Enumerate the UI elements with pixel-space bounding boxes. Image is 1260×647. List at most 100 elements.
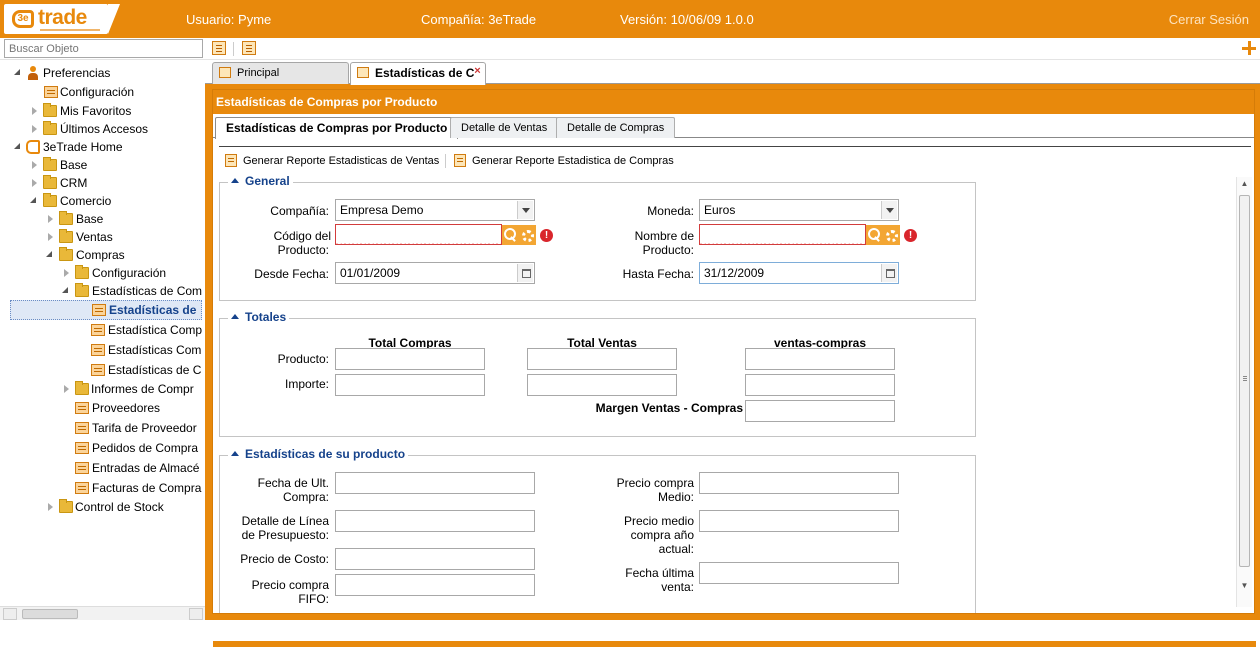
expanded-arrow-icon[interactable] <box>46 251 52 257</box>
collapsed-arrow-icon[interactable] <box>64 269 69 277</box>
collapsed-arrow-icon[interactable] <box>48 503 53 511</box>
tree-item-ventas[interactable]: Ventas <box>10 228 205 246</box>
chevron-down-icon[interactable] <box>881 201 897 219</box>
collapsed-arrow-icon[interactable] <box>32 179 37 187</box>
tree-item-compras[interactable]: Compras <box>10 246 205 264</box>
logout-link[interactable]: Cerrar Sesión <box>1169 12 1249 27</box>
collapsed-arrow-icon[interactable] <box>48 215 53 223</box>
compania-select[interactable]: Empresa Demo <box>335 199 535 221</box>
total-ventas-producto[interactable] <box>527 348 677 370</box>
tree-item-compras-configuracion[interactable]: Configuración <box>10 264 205 282</box>
expanded-arrow-icon[interactable] <box>30 197 36 203</box>
scroll-down-icon[interactable]: ▼ <box>1239 581 1250 591</box>
ventas-compras-producto[interactable] <box>745 348 895 370</box>
form-icon <box>91 344 105 356</box>
precio-anio-input[interactable] <box>699 510 899 532</box>
gear-icon[interactable] <box>882 225 900 245</box>
collapse-tree-icon[interactable] <box>212 41 226 55</box>
tree-item-entradas-de-almacen[interactable]: Entradas de Almacé <box>10 459 205 477</box>
collapsed-arrow-icon[interactable] <box>32 107 37 115</box>
collapsed-arrow-icon[interactable] <box>32 125 37 133</box>
tree-item-comercio-base[interactable]: Base <box>10 210 205 228</box>
hasta-fecha-input[interactable]: 31/12/2009 <box>699 262 899 284</box>
codigo-label-2: Producto: <box>277 243 329 257</box>
tree-item-facturas-de-compra[interactable]: Facturas de Compra <box>10 479 205 497</box>
form-icon <box>75 402 89 414</box>
add-icon[interactable] <box>1242 41 1256 55</box>
app-logo: 3e trade <box>4 4 120 34</box>
codigo-producto-input[interactable] <box>335 224 502 245</box>
tree-item-configuracion[interactable]: Configuración <box>10 83 205 101</box>
subtab-detalle-compras[interactable]: Detalle de Compras <box>556 117 676 138</box>
tree-item-base[interactable]: Base <box>10 156 205 174</box>
precio-fifo-input[interactable] <box>335 574 535 596</box>
form-vertical-scrollbar[interactable]: ▲ ▼ <box>1236 177 1252 607</box>
collapse-icon[interactable] <box>231 314 239 319</box>
tree-item-preferencias[interactable]: Preferencias <box>10 64 205 82</box>
tree-item-estadistica-comp[interactable]: Estadística Comp <box>10 321 205 339</box>
collapsed-arrow-icon[interactable] <box>48 233 53 241</box>
gear-icon[interactable] <box>518 225 536 245</box>
expanded-arrow-icon[interactable] <box>14 143 20 149</box>
tree-horizontal-scrollbar[interactable] <box>0 606 207 620</box>
collapsed-arrow-icon[interactable] <box>32 161 37 169</box>
search-object-input[interactable] <box>4 39 203 58</box>
collapse-icon[interactable] <box>231 178 239 183</box>
tree-item-estadisticas-de-compras[interactable]: Estadísticas de Com <box>10 282 205 300</box>
subtab-estadisticas-compras[interactable]: Estadísticas de Compras por Producto <box>215 117 459 139</box>
close-tab-icon[interactable]: × <box>472 66 483 77</box>
report-ventas-button[interactable]: Generar Reporte Estadisticas de Ventas <box>225 154 439 168</box>
tree-item-proveedores[interactable]: Proveedores <box>10 399 205 417</box>
calendar-icon[interactable] <box>517 264 533 282</box>
search-icon[interactable] <box>866 225 882 245</box>
scrollbar-thumb[interactable] <box>22 609 78 619</box>
collapsed-arrow-icon[interactable] <box>64 385 69 393</box>
tab-estadisticas[interactable]: Estadísticas de C × <box>350 62 486 85</box>
moneda-select[interactable]: Euros <box>699 199 899 221</box>
margen-input[interactable] <box>745 400 895 422</box>
tree-item-3etrade-home[interactable]: 3eTrade Home <box>10 138 205 156</box>
tree-item-control-de-stock[interactable]: Control de Stock <box>10 498 205 516</box>
estadisticas-legend[interactable]: Estadísticas de su producto <box>228 448 408 462</box>
search-icon[interactable] <box>502 225 518 245</box>
totales-legend[interactable]: Totales <box>228 311 289 325</box>
scroll-left-icon[interactable] <box>3 608 17 620</box>
expand-tree-icon[interactable] <box>242 41 256 55</box>
fecha-ult-compra-input[interactable] <box>335 472 535 494</box>
tree-item-estadisticas-de-c[interactable]: Estadísticas de C <box>10 361 205 379</box>
tree-item-ultimos-accesos[interactable]: Últimos Accesos <box>10 120 205 138</box>
fecha-ultima-venta-input[interactable] <box>699 562 899 584</box>
calendar-icon[interactable] <box>881 264 897 282</box>
logo-mark: 3e <box>12 10 34 28</box>
ventas-compras-importe[interactable] <box>745 374 895 396</box>
precio-medio-input[interactable] <box>699 472 899 494</box>
tree-item-tarifa-de-proveedor[interactable]: Tarifa de Proveedor <box>10 419 205 437</box>
tree-item-estadisticas-selected[interactable]: Estadísticas de <box>10 300 202 320</box>
tree-item-pedidos-de-compra[interactable]: Pedidos de Compra <box>10 439 205 457</box>
scrollbar-thumb[interactable] <box>1239 195 1250 567</box>
expanded-arrow-icon[interactable] <box>62 287 68 293</box>
desde-fecha-input[interactable]: 01/01/2009 <box>335 262 535 284</box>
tree-item-informes-de-compras[interactable]: Informes de Compr <box>10 380 205 398</box>
scroll-up-icon[interactable]: ▲ <box>1239 179 1250 189</box>
total-compras-importe[interactable] <box>335 374 485 396</box>
total-ventas-importe[interactable] <box>527 374 677 396</box>
tree-item-estadisticas-com[interactable]: Estadísticas Com <box>10 341 205 359</box>
tab-principal[interactable]: Principal <box>212 62 349 84</box>
folder-icon <box>43 175 57 189</box>
tree-item-comercio[interactable]: Comercio <box>10 192 205 210</box>
nombre-producto-input[interactable] <box>699 224 866 245</box>
precio-costo-input[interactable] <box>335 548 535 570</box>
general-legend[interactable]: General <box>228 175 293 189</box>
tree-item-mis-favoritos[interactable]: Mis Favoritos <box>10 102 205 120</box>
expanded-arrow-icon[interactable] <box>14 69 20 75</box>
total-compras-producto[interactable] <box>335 348 485 370</box>
detalle-linea-input[interactable] <box>335 510 535 532</box>
scroll-right-icon[interactable] <box>189 608 203 620</box>
chevron-down-icon[interactable] <box>517 201 533 219</box>
tree-item-crm[interactable]: CRM <box>10 174 205 192</box>
subtab-detalle-ventas[interactable]: Detalle de Ventas <box>450 117 559 138</box>
form-icon <box>75 422 89 434</box>
collapse-icon[interactable] <box>231 451 239 456</box>
report-compras-button[interactable]: Generar Reporte Estadistica de Compras <box>454 154 674 168</box>
